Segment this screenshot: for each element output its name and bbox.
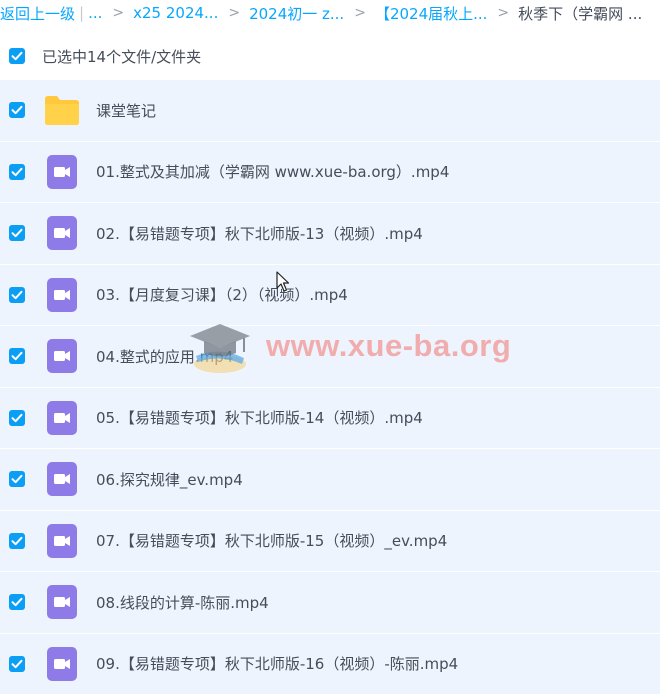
check-icon <box>11 229 23 238</box>
breadcrumb-divider: | <box>79 4 85 22</box>
check-icon <box>11 598 23 607</box>
file-name[interactable]: 09.【易错题专项】秋下北师版-16（视频）-陈丽.mp4 <box>96 653 458 674</box>
video-file-icon <box>45 400 79 435</box>
file-checkbox[interactable] <box>9 594 25 611</box>
video-file-icon <box>45 585 79 620</box>
file-checkbox[interactable] <box>9 471 25 488</box>
check-icon <box>11 352 23 361</box>
file-name[interactable]: 06.探究规律_ev.mp4 <box>96 469 243 490</box>
breadcrumb-separator: > <box>497 5 510 21</box>
file-name[interactable]: 05.【易错题专项】秋下北师版-14（视频）.mp4 <box>96 407 423 428</box>
breadcrumb-separator: > <box>354 5 366 21</box>
file-name[interactable]: 03.【月度复习课】（2）（视频）.mp4 <box>96 284 348 305</box>
check-icon <box>11 475 23 484</box>
selection-bar: 已选中14个文件/文件夹 <box>0 38 660 74</box>
file-checkbox[interactable] <box>9 286 25 303</box>
file-checkbox[interactable] <box>9 348 25 365</box>
breadcrumb-item[interactable]: 【2024届秋上... <box>375 3 487 24</box>
video-file-icon <box>45 523 79 558</box>
file-checkbox[interactable] <box>9 225 25 242</box>
file-row[interactable]: 07.【易错题专项】秋下北师版-15（视频）_ev.mp4 <box>0 510 660 572</box>
breadcrumb-current: 秋季下（学霸网 ... <box>518 4 643 23</box>
file-list: 课堂笔记 01.整式及其加减（学霸网 www.xue-ba.org）.mp4 0… <box>0 80 660 695</box>
video-file-icon <box>45 339 79 374</box>
file-row[interactable]: 05.【易错题专项】秋下北师版-14（视频）.mp4 <box>0 387 660 449</box>
breadcrumb-ellipsis[interactable]: ... <box>88 4 102 22</box>
check-icon <box>11 536 23 545</box>
back-link[interactable]: 返回上一级 <box>0 3 75 24</box>
folder-icon <box>45 93 79 127</box>
breadcrumb: 返回上一级 | ... > x25 2024... > 2024初一 z... … <box>0 0 660 26</box>
file-checkbox[interactable] <box>9 532 25 549</box>
video-file-icon <box>45 462 79 497</box>
breadcrumb-item[interactable]: x25 2024... <box>133 4 218 22</box>
file-checkbox[interactable] <box>9 102 25 119</box>
file-row[interactable]: 课堂笔记 <box>0 80 660 142</box>
file-row[interactable]: 03.【月度复习课】（2）（视频）.mp4 <box>0 264 660 326</box>
file-checkbox[interactable] <box>9 409 25 426</box>
breadcrumb-separator: > <box>112 5 125 21</box>
video-file-icon <box>45 154 79 189</box>
breadcrumb-item[interactable]: 2024初一 z... <box>249 3 344 24</box>
breadcrumb-separator: > <box>228 5 241 21</box>
file-checkbox[interactable] <box>9 655 25 672</box>
check-icon <box>11 659 23 668</box>
file-row[interactable]: 09.【易错题专项】秋下北师版-16（视频）-陈丽.mp4 <box>0 633 660 695</box>
check-icon <box>11 106 23 115</box>
check-icon <box>11 413 23 422</box>
file-row[interactable]: 06.探究规律_ev.mp4 <box>0 449 660 511</box>
video-file-icon <box>45 216 79 251</box>
file-row[interactable]: 08.线段的计算-陈丽.mp4 <box>0 572 660 634</box>
select-all-checkbox[interactable] <box>9 48 25 64</box>
video-file-icon <box>45 646 79 681</box>
file-name[interactable]: 04.整式的应用.mp4 <box>96 346 233 367</box>
check-icon <box>11 290 23 299</box>
check-icon <box>11 51 23 61</box>
file-name[interactable]: 课堂笔记 <box>96 100 156 121</box>
file-checkbox[interactable] <box>9 163 25 180</box>
file-name[interactable]: 07.【易错题专项】秋下北师版-15（视频）_ev.mp4 <box>96 530 447 551</box>
file-row[interactable]: 02.【易错题专项】秋下北师版-13（视频）.mp4 <box>0 203 660 265</box>
video-file-icon <box>45 277 79 312</box>
file-name[interactable]: 01.整式及其加减（学霸网 www.xue-ba.org）.mp4 <box>96 161 449 182</box>
file-row[interactable]: 01.整式及其加减（学霸网 www.xue-ba.org）.mp4 <box>0 141 660 203</box>
file-name[interactable]: 08.线段的计算-陈丽.mp4 <box>96 592 269 613</box>
file-name[interactable]: 02.【易错题专项】秋下北师版-13（视频）.mp4 <box>96 223 423 244</box>
file-row[interactable]: 04.整式的应用.mp4 <box>0 326 660 388</box>
check-icon <box>11 167 23 176</box>
selection-count-text: 已选中14个文件/文件夹 <box>42 47 202 66</box>
